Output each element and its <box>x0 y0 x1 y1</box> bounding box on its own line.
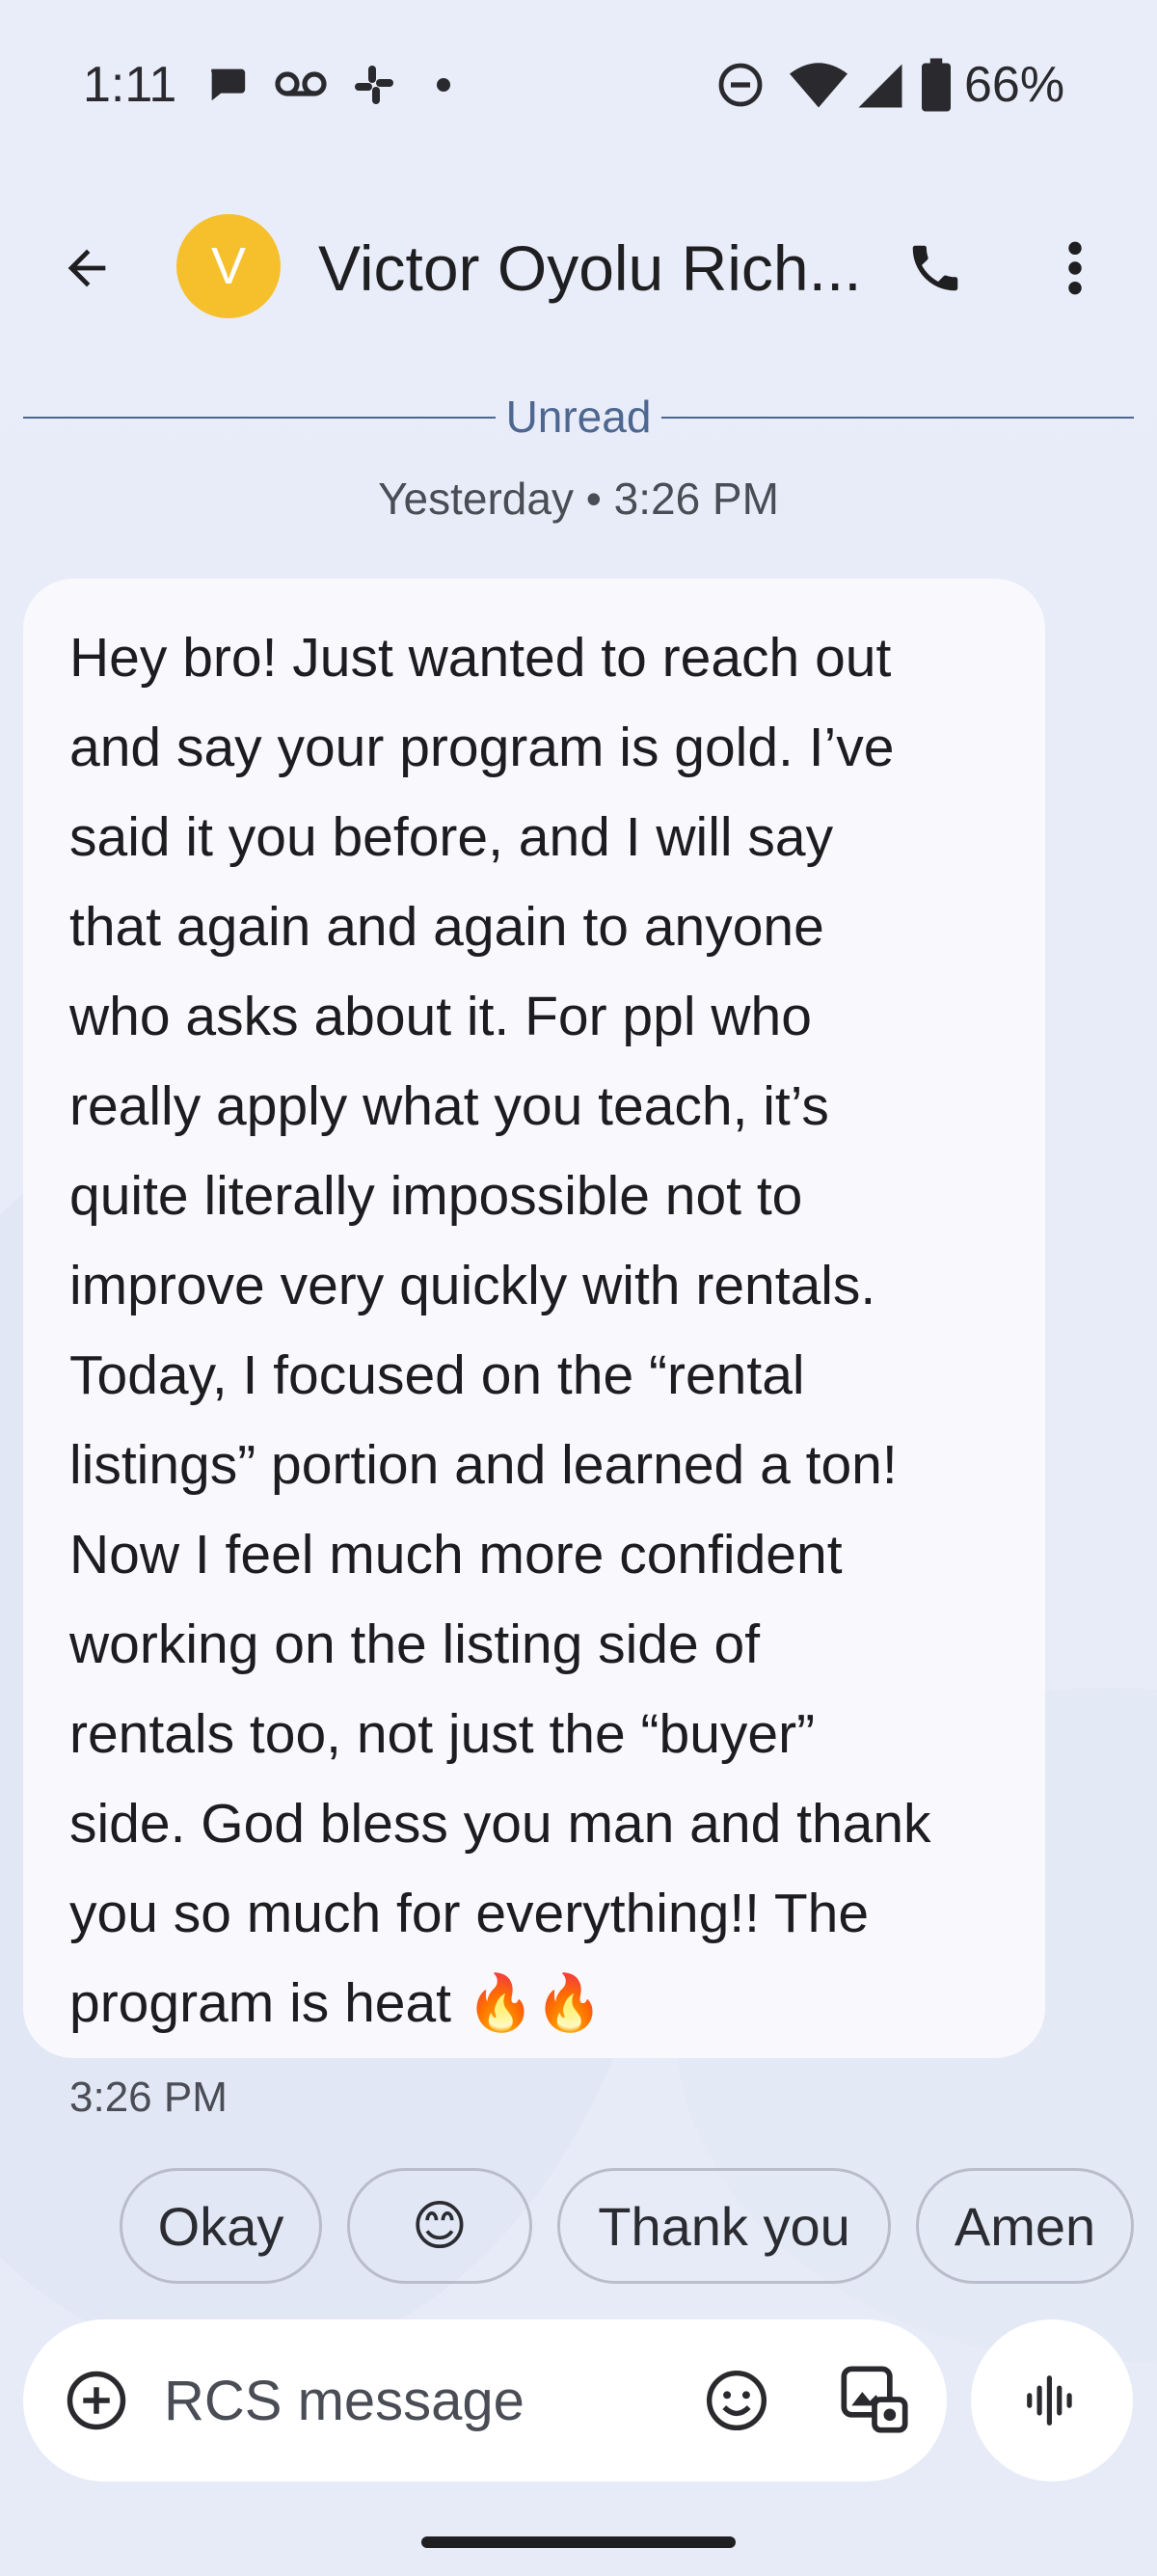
voice-message-button[interactable] <box>971 2319 1133 2481</box>
do-not-disturb-icon <box>717 62 764 113</box>
contact-name[interactable]: Victor Oyolu Rich... <box>318 231 858 305</box>
more-vert-icon <box>1068 241 1082 295</box>
signal-icon <box>856 62 904 115</box>
gallery-icon <box>841 2366 908 2433</box>
dot-icon <box>436 77 451 97</box>
battery-percentage: 66% <box>964 57 1065 113</box>
unread-divider: Unread <box>23 391 1134 442</box>
status-time: 1:11 <box>83 57 177 113</box>
avatar[interactable]: V <box>176 214 281 318</box>
message-input[interactable] <box>164 2362 665 2439</box>
wifi-icon <box>789 62 848 115</box>
message-text: Hey bro! Just wanted to reach out and sa… <box>69 627 931 2034</box>
smart-reply-chip[interactable]: Thank you <box>557 2168 891 2284</box>
unread-label: Unread <box>505 392 652 442</box>
emoji-icon <box>706 2370 767 2431</box>
date-label: Yesterday • 3:26 PM <box>378 474 779 524</box>
back-arrow-icon <box>67 249 106 287</box>
messages-screen: 1:11 66% V Victor Oyolu Rich... Unread Y… <box>0 0 1157 2576</box>
gallery-button[interactable] <box>833 2358 916 2441</box>
smart-reply-chip[interactable]: 😊 <box>347 2168 532 2284</box>
voicemail-icon <box>274 62 328 111</box>
back-button[interactable] <box>48 230 125 307</box>
divider-line <box>23 417 496 419</box>
divider-line <box>661 417 1134 419</box>
message-timestamp: 3:26 PM <box>69 2074 228 2121</box>
more-options-button[interactable] <box>1036 230 1114 307</box>
status-bar: 1:11 66% <box>0 0 1157 174</box>
compose-bar <box>23 2319 947 2481</box>
conversation-header: V Victor Oyolu Rich... <box>0 193 1157 338</box>
emoji-button[interactable] <box>698 2362 775 2439</box>
add-circle-icon <box>67 2371 126 2430</box>
call-button[interactable] <box>897 230 974 307</box>
smart-reply-chip[interactable]: Amen <box>916 2168 1134 2284</box>
avatar-initial: V <box>210 237 247 295</box>
phone-icon <box>912 245 958 291</box>
incoming-message-bubble[interactable]: Hey bro! Just wanted to reach out and sa… <box>23 579 1045 2058</box>
attach-button[interactable] <box>58 2362 135 2439</box>
voice-waveform-icon <box>1027 2375 1072 2426</box>
home-indicator[interactable] <box>421 2536 736 2548</box>
chat-bubble-icon <box>204 62 249 111</box>
battery-icon <box>922 58 951 117</box>
smart-reply-chip[interactable]: Okay <box>120 2168 322 2284</box>
slack-icon <box>351 62 397 113</box>
